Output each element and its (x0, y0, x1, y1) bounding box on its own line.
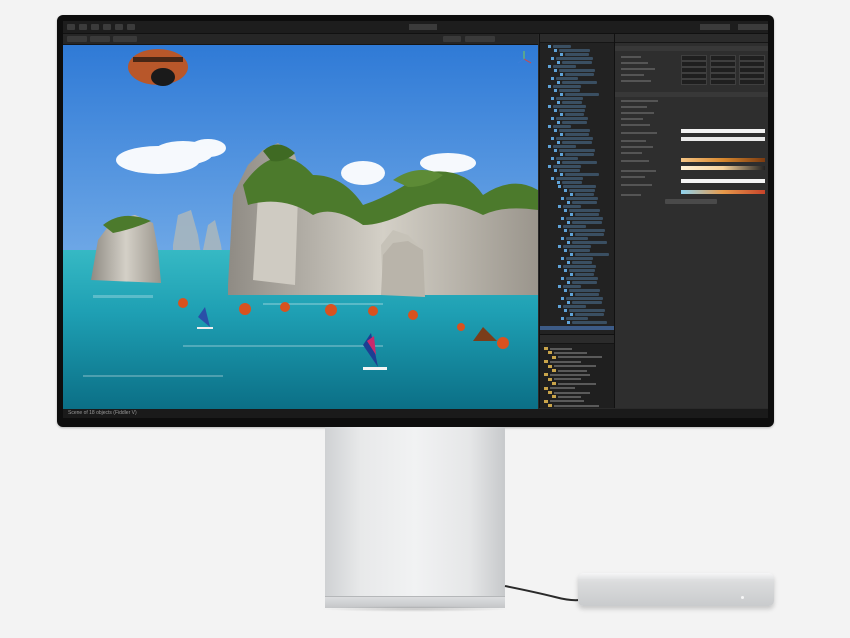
mac-mini-top (578, 573, 774, 579)
thunderbolt-cable (504, 585, 581, 602)
status-led-icon (741, 596, 744, 599)
